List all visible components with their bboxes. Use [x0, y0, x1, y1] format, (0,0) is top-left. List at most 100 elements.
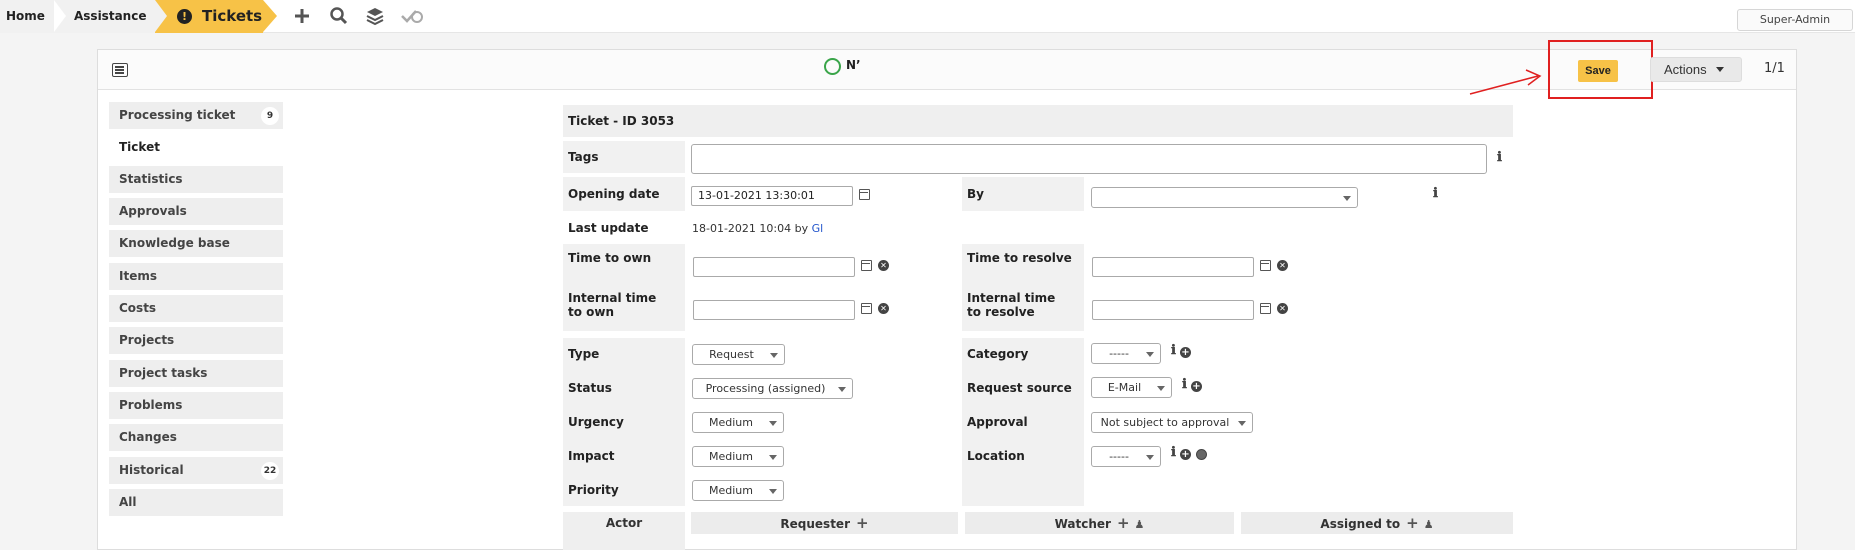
sidebar-item-label: Historical	[119, 463, 184, 477]
status-circle-icon	[824, 58, 841, 75]
sidebar-item-costs[interactable]: Costs	[109, 295, 283, 322]
by-select[interactable]	[1091, 187, 1358, 208]
tags-label: Tags	[563, 141, 685, 173]
tags-input[interactable]	[691, 144, 1487, 174]
actions-button[interactable]: Actions	[1650, 57, 1742, 82]
opening-date-input[interactable]: 13-01-2021 13:30:01	[691, 186, 853, 206]
sidebar-item-label: Costs	[119, 301, 157, 315]
sidebar-item-project-tasks[interactable]: Project tasks	[109, 360, 283, 387]
sidebar-item-changes[interactable]: Changes	[109, 424, 283, 451]
sidebar-item-label: All	[119, 495, 137, 509]
clear-icon[interactable]: ✕	[1277, 303, 1288, 314]
sidebar-item-historical[interactable]: Historical 22	[109, 457, 283, 484]
sidebar-item-approvals[interactable]: Approvals	[109, 198, 283, 225]
sidebar-item-label: Processing ticket	[119, 108, 236, 122]
requester-header: Requester +	[691, 512, 958, 534]
clear-icon[interactable]: ✕	[878, 260, 889, 271]
sidebar-item-label: Changes	[119, 430, 177, 444]
watcher-header: Watcher + ♟	[965, 512, 1234, 534]
last-update-label: Last update	[563, 215, 685, 240]
breadcrumb-assistance[interactable]: Assistance	[52, 0, 156, 33]
calendar-icon[interactable]	[1260, 260, 1271, 271]
sidebar-item-knowledge-base[interactable]: Knowledge base	[109, 230, 283, 257]
last-update-user-link[interactable]: Gl	[812, 222, 824, 235]
sidebar-item-items[interactable]: Items	[109, 263, 283, 290]
calendar-icon[interactable]	[859, 189, 870, 200]
status-label: Status	[568, 381, 612, 395]
save-button[interactable]: Save	[1578, 60, 1618, 82]
sidebar-item-label: Items	[119, 269, 157, 283]
right-details-label-column: Category Request source Approval Locatio…	[962, 338, 1084, 506]
pager: 1/1	[1764, 61, 1785, 76]
layers-icon[interactable]	[364, 6, 386, 28]
person-icon[interactable]: ♟	[1424, 514, 1434, 536]
type-select[interactable]: Request	[692, 344, 785, 365]
type-label: Type	[568, 347, 600, 361]
add-assignee-icon[interactable]: +	[1406, 512, 1419, 534]
caret-down-icon	[1715, 67, 1724, 72]
sidebar-item-all[interactable]: All	[109, 489, 283, 516]
time-to-resolve-label: Time to resolve	[962, 244, 1084, 282]
breadcrumb-separator	[155, 0, 167, 32]
sidebar-item-label: Project tasks	[119, 366, 208, 380]
sidebar-item-label: Projects	[119, 333, 175, 347]
info-icon[interactable]: ℹ	[1497, 150, 1502, 165]
sidebar-item-statistics[interactable]: Statistics	[109, 166, 283, 193]
add-request-source-icon[interactable]: +	[1191, 381, 1202, 392]
info-icon[interactable]: ℹ	[1182, 377, 1187, 392]
ticket-status-title: N’	[846, 58, 861, 72]
impact-select[interactable]: Medium	[692, 446, 784, 467]
sidebar-item-label: Knowledge base	[119, 236, 230, 250]
breadcrumb-separator	[263, 0, 277, 32]
count-badge: 22	[261, 462, 279, 480]
globe-icon[interactable]	[1196, 449, 1207, 460]
calendar-icon[interactable]	[861, 303, 872, 314]
time-to-own-label: Time to own	[563, 244, 685, 282]
status-select[interactable]: Processing (assigned)	[692, 378, 853, 399]
breadcrumb-tickets[interactable]: ! Tickets	[155, 0, 263, 33]
list-icon[interactable]	[112, 63, 128, 77]
sidebar-item-label: Problems	[119, 398, 183, 412]
priority-select[interactable]: Medium	[692, 480, 784, 501]
add-watcher-icon[interactable]: +	[1117, 512, 1130, 534]
calendar-icon[interactable]	[861, 260, 872, 271]
clear-icon[interactable]: ✕	[1277, 260, 1288, 271]
annotation-arrow-icon	[1469, 69, 1542, 95]
add-category-icon[interactable]: +	[1180, 347, 1191, 358]
user-profile-button[interactable]: Super-Admin	[1737, 9, 1853, 31]
internal-time-to-own-label: Internal time to own	[563, 282, 685, 331]
sidebar-item-label: Approvals	[119, 204, 187, 218]
breadcrumb-tickets-label: Tickets	[202, 7, 263, 25]
count-badge: 9	[261, 107, 279, 125]
check-clock-icon[interactable]	[400, 6, 423, 28]
sidebar-item-projects[interactable]: Projects	[109, 327, 283, 354]
person-icon[interactable]: ♟	[1135, 514, 1145, 536]
add-icon[interactable]	[291, 6, 313, 28]
sidebar-item-problems[interactable]: Problems	[109, 392, 283, 419]
request-source-select[interactable]: E-Mail	[1091, 377, 1172, 398]
location-label: Location	[967, 449, 1025, 463]
category-select[interactable]: -----	[1091, 343, 1161, 364]
calendar-icon[interactable]	[1260, 303, 1271, 314]
clear-icon[interactable]: ✕	[878, 303, 889, 314]
info-icon[interactable]: ℹ	[1171, 445, 1176, 460]
info-icon[interactable]: ℹ	[1171, 343, 1176, 358]
urgency-label: Urgency	[568, 415, 624, 429]
info-icon[interactable]: ℹ	[1433, 186, 1438, 201]
approval-label: Approval	[967, 415, 1028, 429]
sidebar-item-ticket[interactable]: Ticket	[109, 134, 283, 161]
time-to-own-input[interactable]	[693, 257, 855, 277]
urgency-select[interactable]: Medium	[692, 412, 784, 433]
approval-select[interactable]: Not subject to approval	[1091, 412, 1253, 433]
add-location-icon[interactable]: +	[1180, 449, 1191, 460]
internal-time-to-resolve-input[interactable]	[1092, 300, 1254, 320]
internal-time-to-own-input[interactable]	[693, 300, 855, 320]
priority-label: Priority	[568, 483, 619, 497]
sidebar-item-label: Ticket	[119, 140, 160, 154]
location-select[interactable]: -----	[1091, 446, 1161, 467]
add-requester-icon[interactable]: +	[856, 512, 869, 534]
time-to-resolve-input[interactable]	[1092, 257, 1254, 277]
breadcrumb-home[interactable]: Home	[0, 0, 52, 33]
sidebar-item-processing-ticket[interactable]: Processing ticket 9	[109, 102, 283, 129]
search-icon[interactable]	[328, 6, 350, 28]
